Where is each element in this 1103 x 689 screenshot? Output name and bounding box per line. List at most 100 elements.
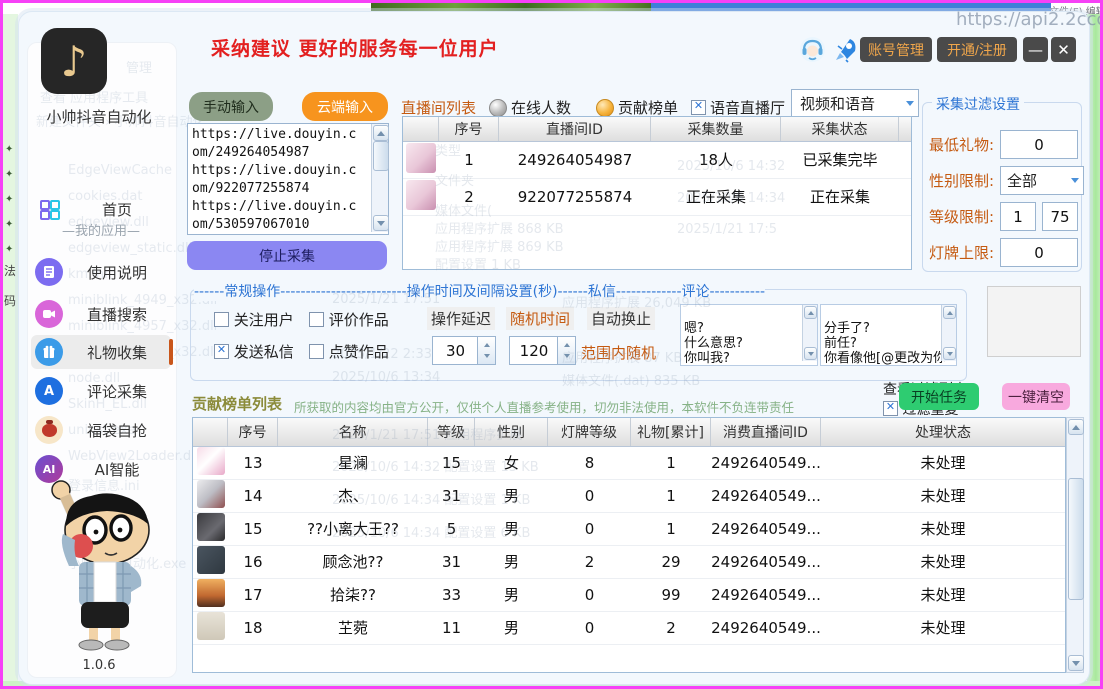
close-button[interactable]: ✕ <box>1051 37 1076 62</box>
checkbox[interactable] <box>883 401 898 416</box>
tab-room-list[interactable]: 直播间列表 <box>401 97 476 118</box>
badge-limit-input[interactable]: 0 <box>1000 238 1078 267</box>
customer-service-icon[interactable] <box>799 36 826 63</box>
delay-min-stepper[interactable] <box>477 336 496 365</box>
table-row[interactable]: 17 拾柒?? 33 男 0 99 2492640549... 未处理 <box>193 578 1065 612</box>
cloud-input-button[interactable]: 云端输入 <box>302 92 388 121</box>
background-left-strip: ✦ ✦ ✦ ✦ ✦ 法 码 <box>3 14 18 686</box>
url-scrollbar[interactable] <box>371 124 388 232</box>
scroll-down-button[interactable] <box>943 347 956 360</box>
delay-chip[interactable]: 操作延迟 <box>427 307 495 330</box>
table-row[interactable]: 16 顾念池?? 31 男 2 29 2492640549... 未处理 <box>193 545 1065 579</box>
level-min-input[interactable]: 1 <box>1000 202 1036 231</box>
avatar <box>406 180 436 210</box>
gender-dropdown[interactable]: 全部 <box>1000 166 1084 195</box>
level-max-input[interactable]: 75 <box>1042 202 1078 231</box>
cell: 8 <box>548 454 631 472</box>
checkbox[interactable] <box>214 344 229 359</box>
sidebar-item-live-search[interactable]: 直播搜索 <box>31 297 171 331</box>
rocket-icon[interactable] <box>832 36 859 63</box>
scroll-down-button[interactable] <box>804 347 817 360</box>
table-row[interactable]: 18 芏菀 11 男 0 2 2492640549... 未处理 <box>193 611 1065 645</box>
like-work-option[interactable]: 点赞作品 <box>309 341 389 362</box>
random-time-chip[interactable]: 随机时间 <box>506 307 574 330</box>
background-char: 法 <box>4 262 16 279</box>
mode-dropdown[interactable]: 视频和语音 <box>791 89 919 117</box>
start-task-button[interactable]: 开始任务 <box>899 383 979 410</box>
chevron-down-icon <box>902 101 918 106</box>
sidebar-item-label: 首页 <box>63 199 171 220</box>
account-manage-button[interactable]: 账号管理 <box>860 37 932 62</box>
comment-textarea[interactable]: 分手了? 前任? 你看像他[@更改为你 <box>820 304 957 366</box>
table-row[interactable]: 2 922077255874 正在采集 正在采集 <box>403 178 911 216</box>
mascot-cartoon-image <box>39 474 169 654</box>
cell: 33 <box>428 586 475 604</box>
dm-textarea[interactable]: 嗯? 什么意思? 你叫我? <box>680 304 818 366</box>
checkbox[interactable] <box>214 312 229 327</box>
stop-collect-button[interactable]: 停止采集 <box>187 241 387 270</box>
background-url-text: https://api2.2cccc.cc/api <box>956 9 1103 30</box>
comment-scrollbar[interactable] <box>941 305 956 361</box>
auto-switch-chip[interactable]: 自动换止 <box>587 307 655 330</box>
scroll-thumb[interactable] <box>1068 478 1084 600</box>
sidebar-item-guide[interactable]: 使用说明 <box>31 255 171 289</box>
cell: 未处理 <box>821 584 1065 605</box>
dm-scrollbar[interactable] <box>802 305 817 361</box>
delay-min-input[interactable]: 30 <box>432 336 479 365</box>
checkbox[interactable] <box>309 312 324 327</box>
sidebar-item-lucky-bag[interactable]: 福袋自抢 <box>31 413 171 447</box>
avatar <box>197 513 225 541</box>
scroll-down-button[interactable] <box>1068 655 1084 671</box>
avatar <box>197 480 225 508</box>
sidebar-item-label: 礼物收集 <box>63 342 171 363</box>
voice-room-checkbox[interactable] <box>691 100 706 115</box>
room-table: 序号 直播间ID 采集数量 采集状态 1 249264054987 18人 已采… <box>402 116 912 270</box>
rate-work-option[interactable]: 评价作品 <box>309 309 389 330</box>
scroll-up-button[interactable] <box>943 306 956 319</box>
cell: 杰、 <box>278 485 428 506</box>
manual-input-button[interactable]: 手动输入 <box>189 92 273 121</box>
gift-icon <box>35 338 63 366</box>
rank-table-scrollbar[interactable] <box>1066 417 1084 673</box>
send-dm-option[interactable]: 发送私信 <box>214 341 294 362</box>
pin-icon: ✦ <box>5 144 13 155</box>
header-cell: 序号 <box>228 418 278 446</box>
tab-online-count[interactable]: 在线人数 <box>489 97 571 118</box>
scroll-up-button[interactable] <box>373 125 389 141</box>
cell: 16 <box>228 553 278 571</box>
scroll-thumb[interactable] <box>373 141 389 171</box>
checkbox[interactable] <box>309 344 324 359</box>
minimize-button[interactable]: — <box>1023 37 1048 62</box>
cell: 男 <box>475 485 548 506</box>
delay-max-stepper[interactable] <box>557 336 576 365</box>
icon-glyph: A <box>44 384 54 399</box>
scroll-up-button[interactable] <box>804 306 817 319</box>
tab-rank-list[interactable]: 贡献榜单 <box>596 97 678 118</box>
tab-voice-room[interactable]: 语音直播厅 <box>691 97 785 118</box>
table-row[interactable]: 13 星澜 15 女 8 1 2492640549... 未处理 <box>193 446 1065 480</box>
scroll-up-button[interactable] <box>1068 419 1084 435</box>
table-row[interactable]: 15 ??小离大王?? 5 男 0 1 2492640549... 未处理 <box>193 512 1065 546</box>
table-row[interactable]: 1 249264054987 18人 已采集完毕 <box>403 141 911 179</box>
comment-text: 分手了? 前任? 你看像他[@更改为你 <box>824 321 946 366</box>
orange-sphere-icon <box>596 99 614 117</box>
register-button[interactable]: 开通/注册 <box>937 37 1017 62</box>
header-cell: 处理状态 <box>821 418 1065 446</box>
rank-table: 序号 名称 等级 性别 灯牌等级 礼物[累计] 消费直播间ID 处理状态 13 … <box>192 417 1066 673</box>
min-gift-input[interactable]: 0 <box>1000 130 1078 159</box>
section-titles-line: ------常规操作-------------------------操作时间及… <box>194 281 765 301</box>
url-text: https://live.douyin.com/249264054987 htt… <box>192 126 364 234</box>
cell: 未处理 <box>821 452 1065 473</box>
follow-user-option[interactable]: 关注用户 <box>214 309 294 330</box>
table-row[interactable]: 14 杰、 31 男 0 1 2492640549... 未处理 <box>193 479 1065 513</box>
cell: 未处理 <box>821 551 1065 572</box>
delay-max-input[interactable]: 120 <box>509 336 559 365</box>
dm-text: 嗯? 什么意思? 你叫我? <box>684 321 743 366</box>
clear-all-button[interactable]: 一键清空 <box>1002 383 1070 410</box>
checkbox-label: 评价作品 <box>329 311 389 329</box>
sidebar-item-comment-collect[interactable]: A 评论采集 <box>31 374 171 408</box>
scroll-down-button[interactable] <box>373 215 389 231</box>
cell: 13 <box>228 454 278 472</box>
sidebar-item-gift-collect[interactable]: 礼物收集 <box>31 335 171 369</box>
url-textarea[interactable]: https://live.douyin.com/249264054987 htt… <box>187 123 389 235</box>
